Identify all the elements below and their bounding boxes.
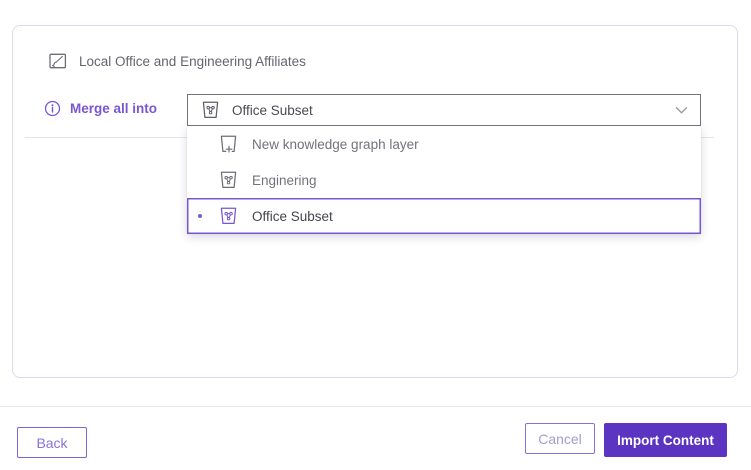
- menu-item-label: Enginering: [252, 173, 317, 188]
- menu-item-label: New knowledge graph layer: [252, 137, 419, 152]
- new-knowledge-graph-layer-icon: [218, 135, 239, 154]
- chevron-down-icon: [675, 106, 688, 115]
- menu-item-enginering[interactable]: Enginering: [187, 162, 701, 198]
- selected-bullet: [198, 214, 202, 218]
- menu-item-office-subset[interactable]: Office Subset: [187, 198, 701, 234]
- sketch-layer-icon: [49, 53, 67, 69]
- knowledge-graph-layer-icon: [218, 171, 239, 189]
- info-icon[interactable]: [44, 100, 61, 117]
- back-button[interactable]: Back: [17, 427, 87, 458]
- cancel-button[interactable]: Cancel: [525, 423, 595, 454]
- knowledge-graph-layer-icon: [200, 101, 221, 119]
- footer-divider: [0, 406, 751, 407]
- import-content-button[interactable]: Import Content: [604, 423, 727, 457]
- merge-target-select[interactable]: Office Subset: [187, 94, 701, 126]
- merge-row: Merge all into: [44, 100, 157, 117]
- merge-all-into-label: Merge all into: [70, 101, 157, 116]
- select-value: Office Subset: [232, 103, 664, 118]
- source-layer-label: Local Office and Engineering Affiliates: [79, 54, 306, 69]
- menu-item-label: Office Subset: [252, 209, 333, 224]
- menu-item-new-knowledge-graph-layer[interactable]: New knowledge graph layer: [187, 126, 701, 162]
- source-layer-row: Local Office and Engineering Affiliates: [49, 53, 306, 69]
- merge-target-menu: New knowledge graph layer Enginering: [187, 126, 701, 234]
- knowledge-graph-layer-icon: [218, 207, 239, 225]
